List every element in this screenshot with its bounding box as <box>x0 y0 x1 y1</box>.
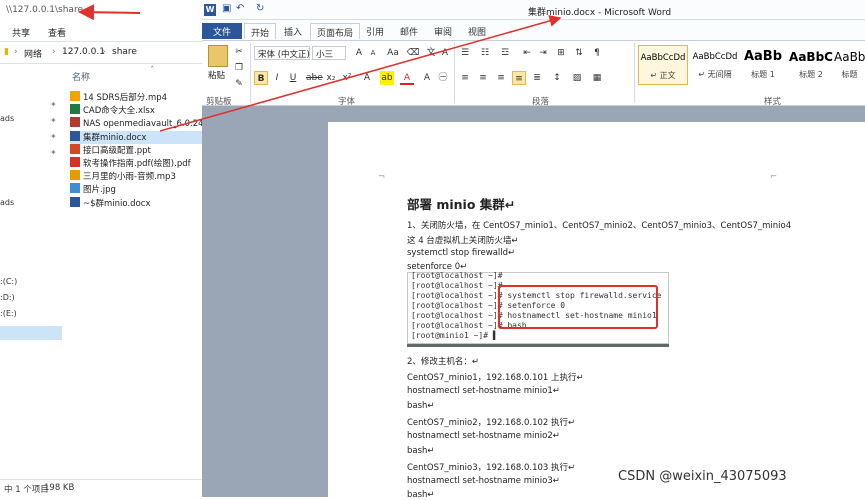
annotation-arrows <box>78 4 562 132</box>
arrow-to-word-title <box>159 15 562 132</box>
arrow-to-title <box>78 4 141 21</box>
